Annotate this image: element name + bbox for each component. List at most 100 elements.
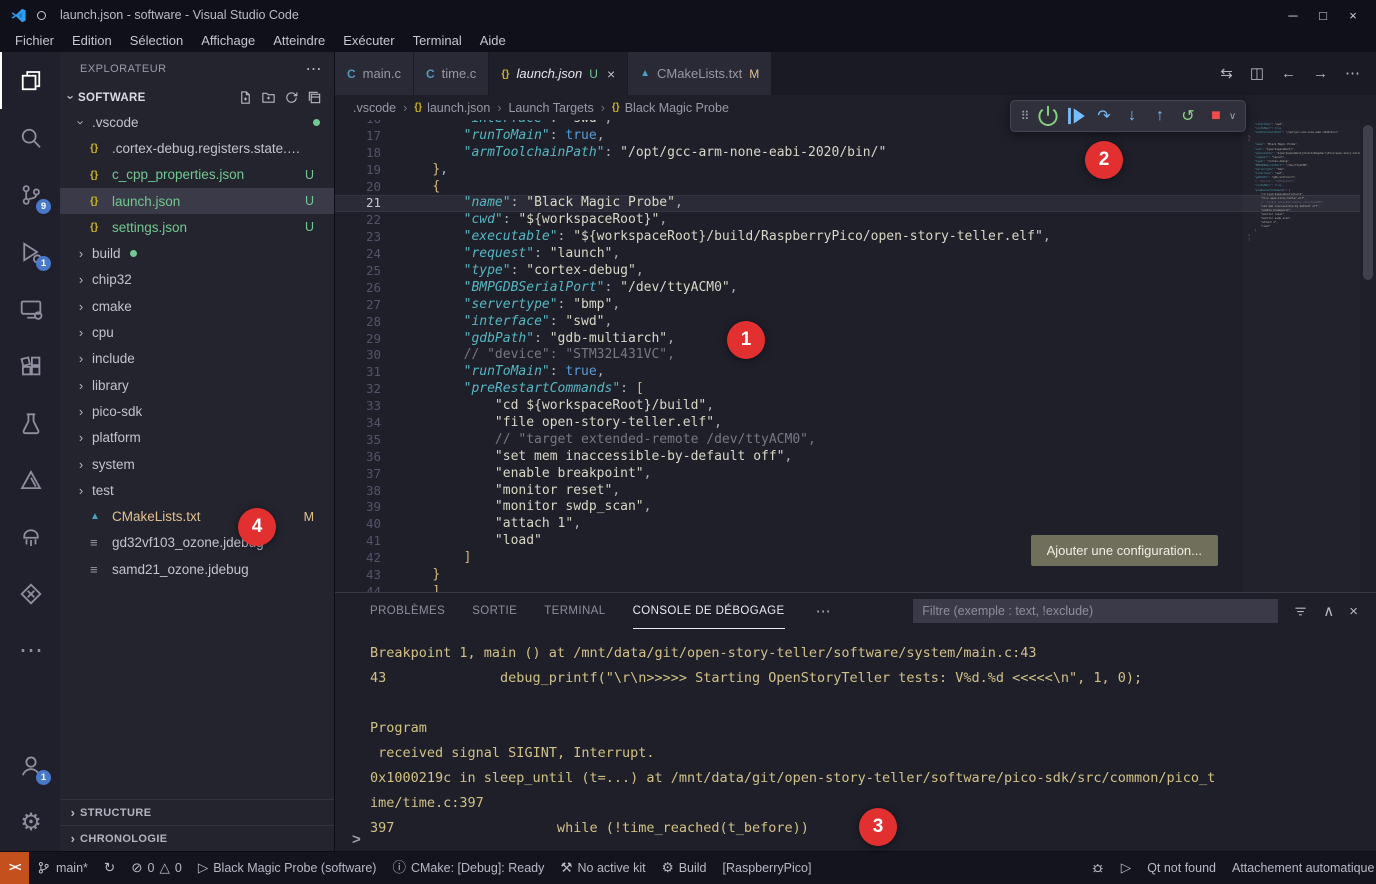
- add-configuration-button[interactable]: Ajouter une configuration...: [1031, 535, 1218, 566]
- code-line[interactable]: 27 "servertype": "bmp",: [335, 297, 1360, 314]
- close-tab-icon[interactable]: ×: [607, 66, 615, 82]
- status-sync[interactable]: ↻: [96, 861, 123, 875]
- code-line[interactable]: 26 "BMPGDBSerialPort": "/dev/ttyACM0",: [335, 280, 1360, 297]
- maximize-button[interactable]: □: [1308, 8, 1338, 23]
- activity-item-testing[interactable]: [0, 394, 60, 451]
- activity-item-run-debug[interactable]: 1: [0, 223, 60, 280]
- tree-file-gd32vf103-ozone-jdebug[interactable]: ≡gd32vf103_ozone.jdebug: [60, 530, 334, 556]
- tree-folder-cmake[interactable]: ›cmake: [60, 293, 334, 319]
- step-out-button[interactable]: ↑: [1147, 103, 1173, 129]
- code-line[interactable]: 38 "monitor reset",: [335, 483, 1360, 500]
- menu-terminal[interactable]: Terminal: [404, 30, 471, 52]
- panel-tab-output[interactable]: SORTIE: [472, 593, 517, 629]
- status-cmake-status[interactable]: ⓘCMake: [Debug]: Ready: [384, 861, 552, 875]
- close-button[interactable]: ×: [1338, 8, 1368, 23]
- code-line[interactable]: 36 "set mem inaccessible-by-default off"…: [335, 449, 1360, 466]
- tree-file-cortex-debug-registers-state-json[interactable]: {}.cortex-debug.registers.state.json: [60, 135, 334, 161]
- code-line[interactable]: 21 "name": "Black Magic Probe",: [335, 195, 1360, 212]
- code-line[interactable]: 33 "cd ${workspaceRoot}/build",: [335, 398, 1360, 415]
- panel-tab-problems[interactable]: PROBLÈMES: [370, 593, 445, 629]
- power-button[interactable]: [1035, 103, 1061, 129]
- tree-folder-pico-sdk[interactable]: ›pico-sdk: [60, 398, 334, 424]
- code-line[interactable]: 29 "gdbPath": "gdb-multiarch",: [335, 331, 1360, 348]
- menu-executer[interactable]: Exécuter: [334, 30, 403, 52]
- go-back-icon[interactable]: ←: [1281, 66, 1296, 81]
- activity-item-extension-b[interactable]: [0, 565, 60, 622]
- activity-item-source-control[interactable]: 9: [0, 166, 60, 223]
- minimize-button[interactable]: ─: [1278, 8, 1308, 23]
- tree-folder-build[interactable]: ›build: [60, 240, 334, 266]
- activity-item-search[interactable]: [0, 109, 60, 166]
- panel-more-icon[interactable]: ⋯: [816, 604, 831, 619]
- menu-atteindre[interactable]: Atteindre: [264, 30, 334, 52]
- activity-item-settings[interactable]: ⚙: [0, 794, 60, 851]
- code-line[interactable]: 20 {: [335, 179, 1360, 196]
- activity-item-remote-explorer[interactable]: [0, 280, 60, 337]
- breadcrumb-item-launch-json[interactable]: {}launch.json: [414, 101, 490, 115]
- breadcrumb-item-black-magic-probe[interactable]: {}Black Magic Probe: [612, 101, 729, 115]
- minimap[interactable]: "interface": "swd", "runToMain": true, "…: [1242, 120, 1360, 592]
- new-folder-icon[interactable]: [261, 90, 276, 105]
- tab-time-c[interactable]: Ctime.c: [414, 52, 489, 95]
- drag-handle-button[interactable]: ⠿: [1017, 103, 1033, 129]
- close-panel-icon[interactable]: ×: [1349, 604, 1358, 619]
- code-line[interactable]: 39 "monitor swdp_scan",: [335, 499, 1360, 516]
- code-line[interactable]: 24 "request": "launch",: [335, 246, 1360, 263]
- status-debug-button[interactable]: [1083, 861, 1113, 875]
- code-line[interactable]: 34 "file open-story-teller.elf",: [335, 415, 1360, 432]
- breadcrumb-item-vscode[interactable]: .vscode: [353, 101, 396, 115]
- code-line[interactable]: 18 "armToolchainPath": "/opt/gcc-arm-non…: [335, 145, 1360, 162]
- activity-item-extension-a[interactable]: [0, 508, 60, 565]
- step-into-button[interactable]: ↓: [1119, 103, 1145, 129]
- code-area[interactable]: 16 "interface": "swd",17 "runToMain": tr…: [335, 120, 1360, 592]
- section-software[interactable]: › SOFTWARE: [60, 86, 334, 109]
- status-git-branch[interactable]: main*: [29, 861, 95, 875]
- go-forward-icon[interactable]: →: [1313, 66, 1328, 81]
- status-run-button[interactable]: ▷: [1113, 861, 1139, 875]
- sidebar-section-chronologie[interactable]: ›CHRONOLOGIE: [60, 825, 334, 851]
- split-editor-icon[interactable]: ◫: [1250, 66, 1264, 81]
- code-line[interactable]: 23 "executable": "${workspaceRoot}/build…: [335, 229, 1360, 246]
- code-line[interactable]: 22 "cwd": "${workspaceRoot}",: [335, 212, 1360, 229]
- tab-cmakelists-txt[interactable]: ▲CMakeLists.txtM: [628, 52, 772, 95]
- tree-folder-chip32[interactable]: ›chip32: [60, 267, 334, 293]
- code-line[interactable]: 35 // "target extended-remote /dev/ttyAC…: [335, 432, 1360, 449]
- menu-aide[interactable]: Aide: [471, 30, 515, 52]
- activity-item-accounts[interactable]: 1: [0, 737, 60, 794]
- code-line[interactable]: 37 "enable breakpoint",: [335, 466, 1360, 483]
- code-line[interactable]: 25 "type": "cortex-debug",: [335, 263, 1360, 280]
- status-problems-count[interactable]: ⊘0△0: [123, 861, 190, 875]
- breadcrumb-item-launch-targets[interactable]: Launch Targets: [508, 101, 593, 115]
- editor-scrollbar[interactable]: [1363, 125, 1373, 280]
- tree-file-cmakelists-txt[interactable]: ▲CMakeLists.txtM: [60, 503, 334, 529]
- refresh-explorer-icon[interactable]: [284, 90, 299, 105]
- tree-folder-library[interactable]: ›library: [60, 372, 334, 398]
- status-cmake-build[interactable]: ⚙Build: [654, 861, 715, 875]
- tree-folder-test[interactable]: ›test: [60, 477, 334, 503]
- collapse-folders-icon[interactable]: [307, 90, 322, 105]
- status-cmake-launch-target[interactable]: [RaspberryPico]: [715, 861, 820, 875]
- status-cmake-kit[interactable]: ⚒No active kit: [552, 861, 653, 875]
- tree-file-launch-json[interactable]: {}launch.jsonU: [60, 188, 334, 214]
- console-prompt-icon[interactable]: >: [352, 831, 361, 848]
- code-line[interactable]: 43 }: [335, 567, 1360, 584]
- code-line[interactable]: 31 "runToMain": true,: [335, 364, 1360, 381]
- tree-folder-vscode[interactable]: ›.vscode: [60, 109, 334, 135]
- activity-item-more-views[interactable]: ⋯: [0, 622, 60, 679]
- code-line[interactable]: 44 ]: [335, 584, 1360, 592]
- continue-button[interactable]: [1063, 103, 1089, 129]
- explorer-more-actions-icon[interactable]: ⋯: [306, 59, 323, 79]
- maximize-panel-icon[interactable]: ∧: [1323, 604, 1334, 619]
- tree-folder-system[interactable]: ›system: [60, 451, 334, 477]
- panel-tab-terminal[interactable]: TERMINAL: [544, 593, 605, 629]
- status-qt-status[interactable]: Qt not found: [1139, 861, 1224, 875]
- step-over-button[interactable]: ↷: [1091, 103, 1117, 129]
- filter-icon[interactable]: [1293, 604, 1308, 619]
- new-file-icon[interactable]: [238, 90, 253, 105]
- status-debug-target[interactable]: ▷Black Magic Probe (software): [190, 861, 385, 875]
- code-line[interactable]: 19 },: [335, 162, 1360, 179]
- tree-file-settings-json[interactable]: {}settings.jsonU: [60, 214, 334, 240]
- tree-folder-include[interactable]: ›include: [60, 346, 334, 372]
- sidebar-section-structure[interactable]: ›STRUCTURE: [60, 799, 334, 825]
- stop-menu-button[interactable]: ∨: [1226, 103, 1239, 129]
